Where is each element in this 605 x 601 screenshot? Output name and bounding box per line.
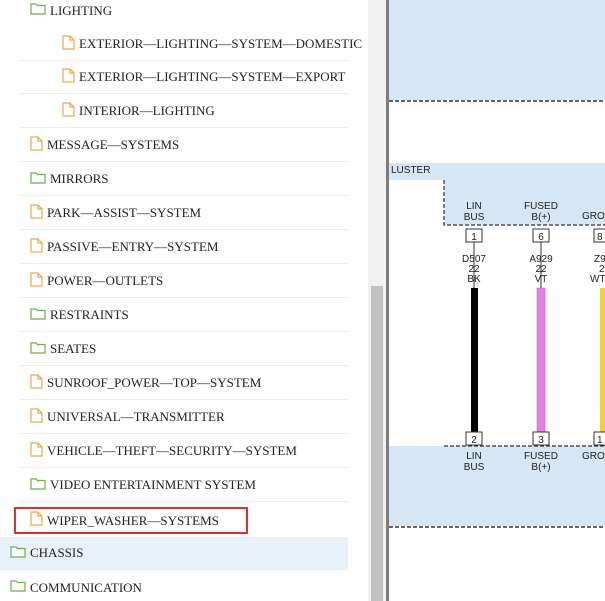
tree-item-restraints[interactable]: RESTRAINTS (20, 299, 348, 332)
file-icon (30, 237, 43, 257)
wire-color-code: VT (535, 274, 548, 285)
pin-name: GRO (582, 211, 605, 222)
file-icon (62, 101, 75, 121)
folder-icon (30, 477, 46, 494)
cluster-label: LUSTER (391, 165, 430, 176)
wire-violet (536, 287, 546, 434)
tree-item-vehicle-theft-security-system[interactable]: VEHICLE—THEFT—SECURITY—SYSTEM (20, 435, 348, 468)
tree-item-label: PARK—ASSIST—SYSTEM (47, 205, 202, 220)
scrollbar-thumb[interactable] (371, 286, 383, 601)
folder-icon (10, 579, 26, 596)
pin-number: 1 (597, 435, 603, 446)
tree-item-label: PASSIVE—ENTRY—SYSTEM (47, 239, 219, 254)
tree-item-message-systems[interactable]: MESSAGE—SYSTEMS (20, 129, 348, 162)
file-icon (30, 441, 43, 461)
tree-panel: LIGHTING EXTERIOR—LIGHTING—SYSTEM—DOMEST… (0, 0, 368, 601)
file-icon (30, 511, 43, 530)
tree-item-interior-lighting[interactable]: INTERIOR—LIGHTING (20, 95, 348, 128)
file-icon (62, 67, 75, 87)
wiring-diagram-panel: LUSTER LIN BUS FUSED B(+) GRO 1 6 8 D507 2… (389, 0, 605, 601)
pin-number: 8 (597, 232, 603, 243)
wire-black (471, 288, 478, 433)
wire-yellow (600, 288, 605, 433)
pin-name: GRO (582, 451, 605, 462)
tree-item-sunroof-power-top-system[interactable]: SUNROOF_POWER—TOP—SYSTEM (20, 367, 348, 400)
wire-color-code: BK (467, 274, 481, 285)
tree-item-seates[interactable]: SEATES (20, 333, 348, 366)
pin-number: 6 (538, 232, 544, 243)
folder-icon (30, 307, 46, 324)
tree-item-label: EXTERIOR—LIGHTING—SYSTEM—DOMESTIC (79, 36, 363, 51)
tree-item-communication[interactable]: COMMUNICATION (0, 571, 348, 601)
tree-item-exterior-lighting-domestic[interactable]: EXTERIOR—LIGHTING—SYSTEM—DOMESTIC (20, 28, 362, 61)
file-icon (30, 373, 43, 393)
tree-item-label: SEATES (50, 341, 97, 356)
folder-icon (30, 171, 46, 188)
tree-item-park-assist-system[interactable]: PARK—ASSIST—SYSTEM (20, 197, 348, 230)
tree-item-label: COMMUNICATION (30, 579, 142, 595)
wire-color-code: WT (590, 274, 605, 285)
pin-name: LIN BUS (464, 201, 485, 223)
tree-item-mirrors[interactable]: MIRRORS (20, 163, 348, 196)
file-icon (30, 203, 43, 223)
tree-item-label: MIRRORS (50, 171, 109, 186)
tree-item-wiper-washer-systems[interactable]: WIPER_WASHER—SYSTEMS (14, 507, 248, 534)
tree-item-label: EXTERIOR—LIGHTING—SYSTEM—EXPORT (79, 69, 346, 84)
file-icon (30, 135, 43, 155)
tree-item-label: CHASSIS (30, 545, 84, 560)
tree-item-lighting[interactable]: LIGHTING (20, 0, 348, 27)
folder-icon (30, 341, 46, 358)
pin-name: LIN BUS (464, 451, 485, 473)
tree-item-label: INTERIOR—LIGHTING (79, 103, 215, 118)
tree-item-label: SUNROOF_POWER—TOP—SYSTEM (47, 375, 262, 390)
tree-item-label: MESSAGE—SYSTEMS (47, 137, 180, 152)
tree-item-video-entertainment-system[interactable]: VIDEO ENTERTAINMENT SYSTEM (20, 469, 348, 502)
wiring-diagram: LUSTER LIN BUS FUSED B(+) GRO 1 6 8 D507 2… (389, 0, 605, 528)
tree-item-label: POWER—OUTLETS (47, 273, 164, 288)
folder-icon (30, 2, 46, 19)
bottom-band (389, 446, 605, 526)
tree-item-label: WIPER_WASHER—SYSTEMS (47, 512, 219, 528)
file-icon (30, 407, 43, 427)
tree-item-label: LIGHTING (50, 2, 113, 18)
file-icon (30, 271, 43, 291)
tree-item-chassis[interactable]: CHASSIS (0, 537, 348, 570)
top-band (389, 0, 605, 100)
pin-number: 3 (538, 435, 544, 446)
tree-item-label: VEHICLE—THEFT—SECURITY—SYSTEM (47, 443, 297, 458)
pin-number: 2 (471, 435, 477, 446)
tree-item-power-outlets[interactable]: POWER—OUTLETS (20, 265, 348, 298)
tree-item-passive-entry-system[interactable]: PASSIVE—ENTRY—SYSTEM (20, 231, 348, 264)
tree-item-universal-transmitter[interactable]: UNIVERSAL—TRANSMITTER (20, 401, 348, 434)
tree-item-label: VIDEO ENTERTAINMENT SYSTEM (50, 477, 256, 492)
tree-item-exterior-lighting-export[interactable]: EXTERIOR—LIGHTING—SYSTEM—EXPORT (20, 61, 348, 94)
tree-item-label: RESTRAINTS (50, 307, 129, 322)
tree-item-label: UNIVERSAL—TRANSMITTER (47, 409, 225, 424)
file-icon (62, 34, 75, 54)
pin-number: 1 (471, 232, 477, 243)
folder-icon (10, 545, 26, 562)
